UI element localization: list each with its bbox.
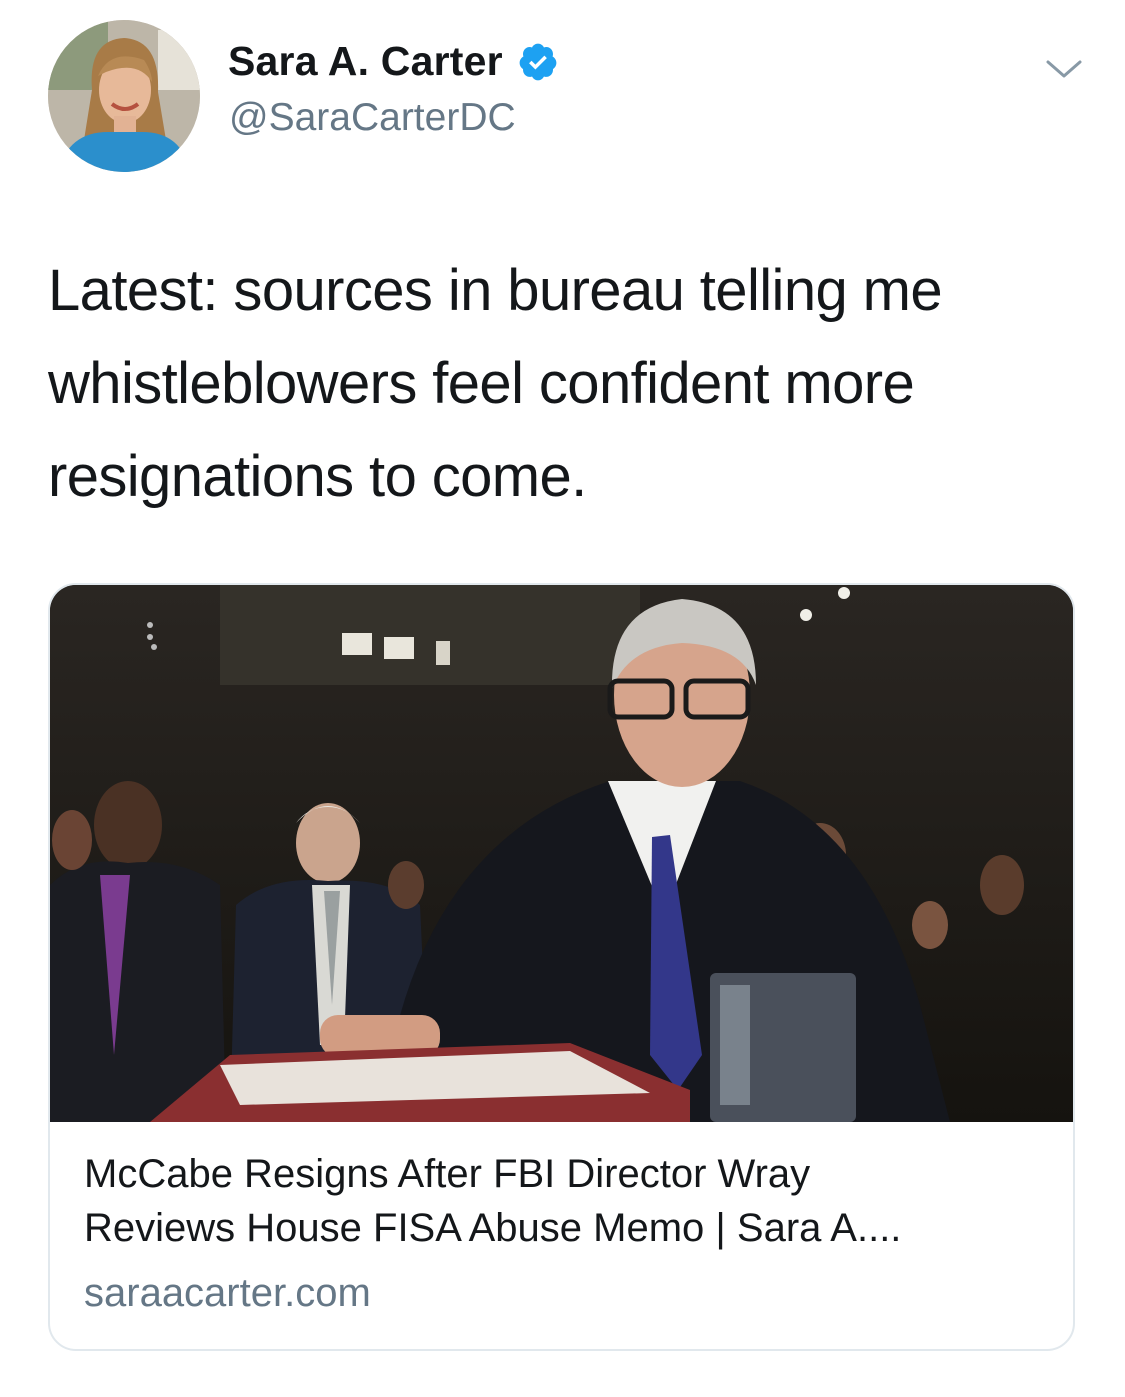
link-card[interactable]: McCabe Resigns After FBI Director Wray R… <box>48 583 1075 1351</box>
author-avatar[interactable] <box>48 20 200 172</box>
card-title-line-1: McCabe Resigns After FBI Director Wray <box>84 1152 811 1196</box>
card-image[interactable] <box>50 585 1073 1122</box>
card-title-line-2: Reviews House FISA Abuse Memo | Sara A..… <box>84 1206 902 1250</box>
author-handle[interactable]: @SaraCarterDC <box>229 96 516 140</box>
card-domain: saraacarter.com <box>84 1271 371 1315</box>
author-name-row[interactable]: Sara A. Carter <box>228 38 559 85</box>
tweet-text: Latest: sources in bureau telling me whi… <box>48 258 943 509</box>
verified-badge-icon <box>517 41 559 83</box>
card-title[interactable]: McCabe Resigns After FBI Director Wray R… <box>84 1147 1044 1255</box>
tweet: Sara A. Carter @SaraCarterDC Latest: sou… <box>0 0 1125 1397</box>
author-display-name[interactable]: Sara A. Carter <box>228 38 503 85</box>
chevron-down-icon[interactable] <box>1044 54 1084 84</box>
